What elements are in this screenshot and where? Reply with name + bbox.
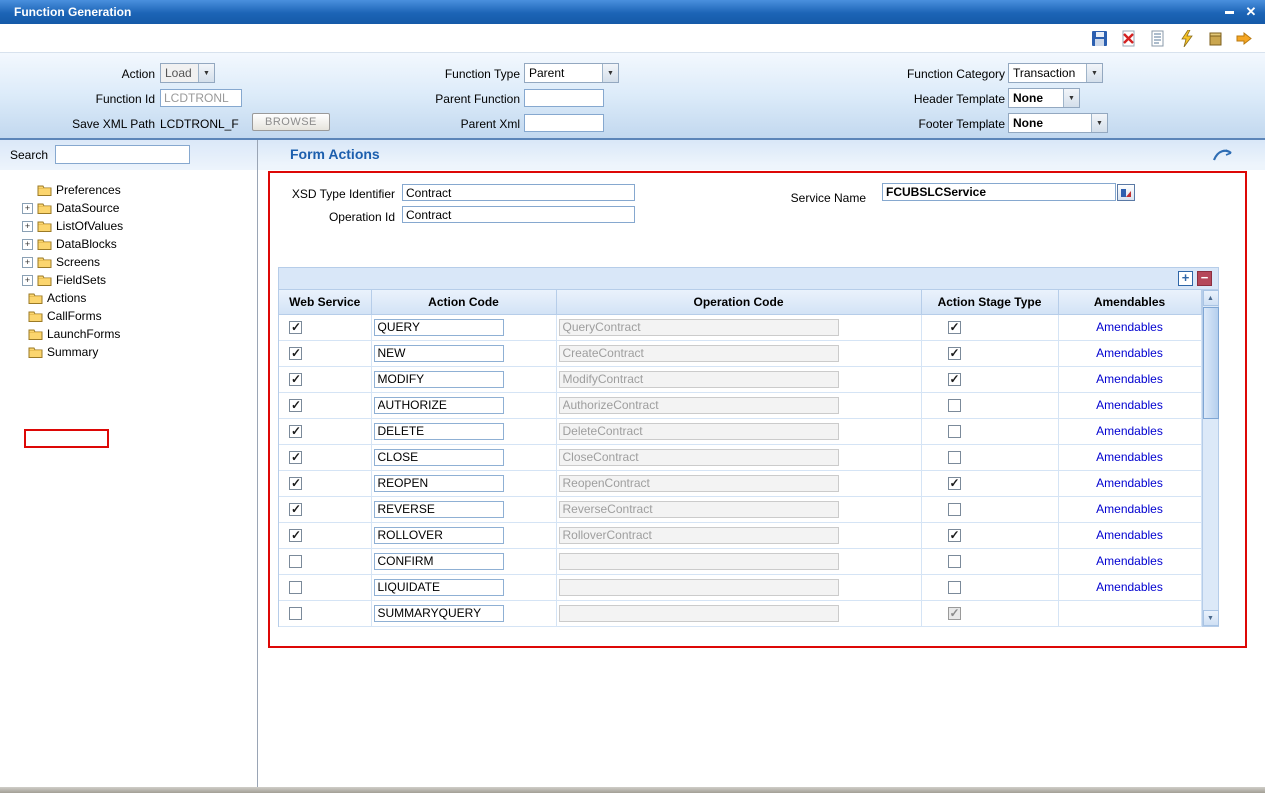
tree-item-label: Summary [47, 345, 99, 359]
sidebar-item-listofvalues[interactable]: + ListOfValues [0, 217, 257, 235]
tree-item-label: Screens [56, 255, 101, 269]
folder-icon [28, 292, 43, 305]
navigation-tree: Preferences + DataSource + ListOfValues + Data… [0, 181, 257, 361]
folder-icon [28, 346, 43, 359]
refresh-swoosh-icon[interactable] [1211, 146, 1235, 166]
view-source-icon[interactable] [1148, 29, 1166, 47]
function-category-select[interactable]: Transaction ▼ [1008, 63, 1103, 83]
sidebar: Search Preferences + DataSource + ListOfValu… [0, 140, 258, 787]
save-xml-path-value: LCDTRONL_F [160, 117, 239, 131]
window-bottom-border [0, 787, 1265, 793]
sidebar-item-callforms[interactable]: CallForms [0, 307, 257, 325]
expand-plus-icon[interactable]: + [22, 202, 33, 214]
parent-function-label: Parent Function [435, 92, 520, 106]
save-xml-path-label: Save XML Path [72, 117, 155, 131]
function-header-form: Action Load ▼ Function Type Parent ▼ Fun… [0, 52, 1265, 140]
title-bar: Function Generation ✕ [0, 0, 1265, 24]
function-type-label: Function Type [444, 67, 520, 81]
folder-icon [37, 274, 52, 287]
parent-xml-field[interactable] [524, 114, 604, 132]
tree-item-label: Preferences [56, 183, 121, 197]
tree-item-label: FieldSets [56, 273, 107, 287]
header-template-label: Header Template [913, 92, 1005, 106]
function-generation-window: Function Generation ✕ Action Load ▼ Func… [0, 0, 1265, 793]
expand-plus-icon[interactable]: + [22, 274, 33, 286]
minimize-icon [1224, 10, 1234, 14]
chevron-down-icon: ▼ [1086, 64, 1102, 82]
tree-item-label: LaunchForms [47, 327, 121, 341]
sidebar-item-launchforms[interactable]: LaunchForms [0, 325, 257, 343]
header-template-value: None [1013, 91, 1043, 105]
footer-template-label: Footer Template [918, 117, 1006, 131]
folder-icon [37, 202, 52, 215]
function-category-label: Function Category [906, 67, 1005, 81]
folder-icon [28, 310, 43, 323]
close-icon: ✕ [1245, 4, 1257, 19]
window-title: Function Generation [14, 5, 132, 19]
footer-template-select[interactable]: None ▼ [1008, 113, 1108, 133]
parent-function-field[interactable] [524, 89, 604, 107]
generate-icon[interactable] [1177, 29, 1195, 47]
parent-xml-label: Parent Xml [460, 117, 520, 131]
search-input[interactable] [55, 145, 190, 164]
action-select[interactable]: Load ▼ [160, 63, 215, 83]
chevron-down-icon: ▼ [1063, 89, 1079, 107]
toolbar [0, 24, 1265, 52]
expand-plus-icon[interactable]: + [22, 256, 33, 268]
function-id-field[interactable] [160, 89, 242, 107]
chevron-down-icon: ▼ [602, 64, 618, 82]
sidebar-item-screens[interactable]: + Screens [0, 253, 257, 271]
tree-item-label: DataSource [56, 201, 120, 215]
folder-icon [37, 220, 52, 233]
sidebar-item-summary[interactable]: Summary [0, 343, 257, 361]
browse-button[interactable]: BROWSE [252, 113, 330, 131]
function-type-select[interactable]: Parent ▼ [524, 63, 619, 83]
sidebar-item-datasource[interactable]: + DataSource [0, 199, 257, 217]
actions-highlight-box [24, 429, 109, 448]
tree-item-label: DataBlocks [56, 237, 117, 251]
function-id-label: Function Id [95, 92, 155, 106]
close-button[interactable]: ✕ [1243, 0, 1259, 24]
form-actions-highlight-box [268, 171, 1247, 648]
tree-item-label: CallForms [47, 309, 102, 323]
function-type-value: Parent [529, 66, 565, 80]
sidebar-item-datablocks[interactable]: + DataBlocks [0, 235, 257, 253]
search-band: Search [0, 140, 257, 170]
chevron-down-icon: ▼ [198, 64, 214, 82]
footer-template-value: None [1013, 116, 1043, 130]
main-header: Form Actions [258, 140, 1265, 170]
expand-plus-icon[interactable]: + [22, 238, 33, 250]
search-label: Search [10, 148, 49, 162]
folder-icon [37, 184, 52, 197]
folder-icon [37, 256, 52, 269]
delete-xml-icon[interactable] [1119, 29, 1137, 47]
tree-item-label: ListOfValues [56, 219, 124, 233]
tree-item-label: Actions [47, 291, 87, 305]
folder-icon [37, 238, 52, 251]
expand-plus-icon[interactable]: + [22, 220, 33, 232]
action-select-value: Load [165, 66, 192, 80]
build-icon[interactable] [1206, 29, 1224, 47]
action-label: Action [121, 67, 155, 81]
sidebar-item-actions[interactable]: Actions [0, 289, 257, 307]
sidebar-item-fieldsets[interactable]: + FieldSets [0, 271, 257, 289]
folder-icon [28, 328, 43, 341]
chevron-down-icon: ▼ [1091, 114, 1107, 132]
minimize-button[interactable] [1221, 0, 1237, 24]
save-icon[interactable] [1090, 29, 1108, 47]
header-template-select[interactable]: None ▼ [1008, 88, 1080, 108]
page-title: Form Actions [290, 146, 380, 162]
forward-icon[interactable] [1235, 29, 1253, 47]
sidebar-item-preferences[interactable]: Preferences [0, 181, 257, 199]
function-category-value: Transaction [1013, 66, 1076, 80]
